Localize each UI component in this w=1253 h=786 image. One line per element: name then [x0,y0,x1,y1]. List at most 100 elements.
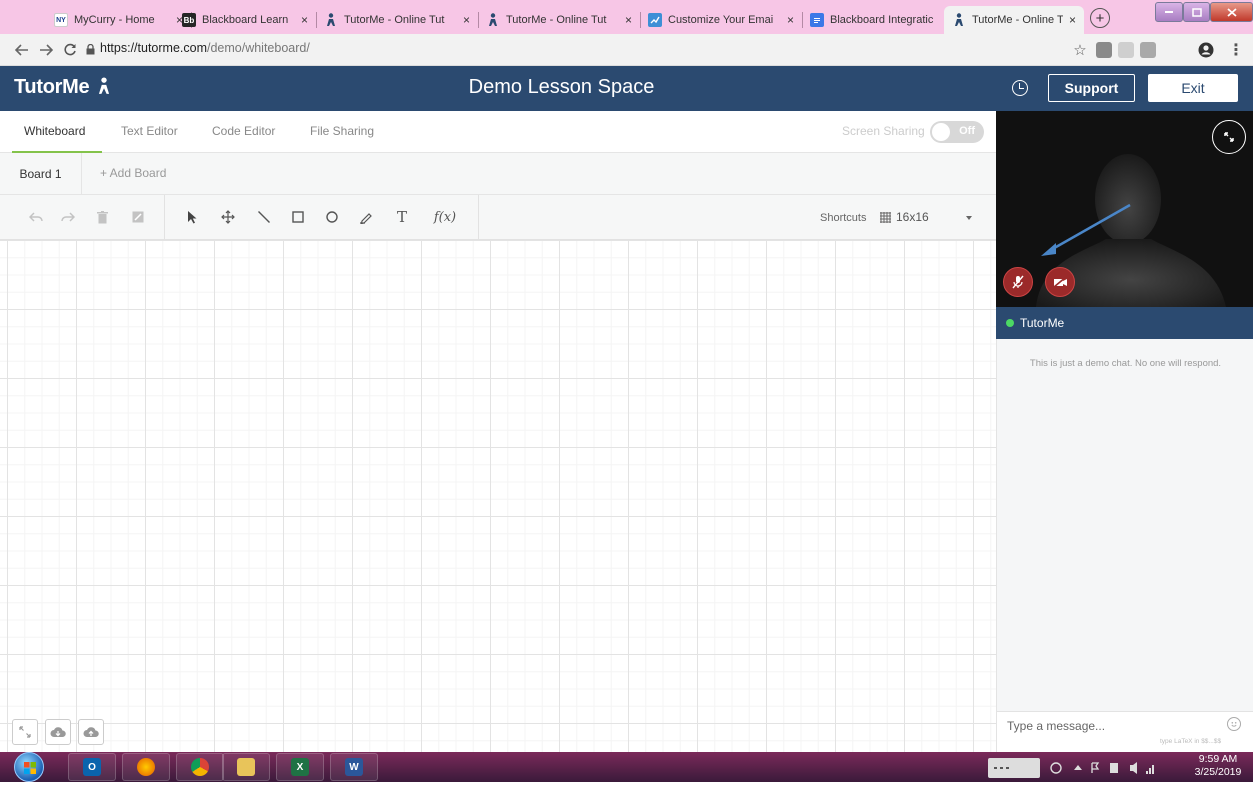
windows-taskbar: O X W [0,752,1253,782]
exit-button[interactable]: Exit [1148,74,1238,102]
delete-button[interactable] [92,207,112,227]
maximize-icon [1191,7,1202,17]
equation-tool[interactable]: f(x) [430,207,460,227]
address-bar-url[interactable]: https://tutorme.com/demo/whiteboard/ [100,41,310,55]
whiteboard-canvas[interactable] [0,240,996,752]
download-board-button[interactable] [45,719,71,745]
upload-board-button[interactable] [78,719,104,745]
windows-start-button[interactable] [14,752,44,782]
whiteboard-toolbar: T f(x) Shortcuts 16x16 [0,195,996,240]
shortcuts-button[interactable]: Shortcuts [820,212,866,224]
expand-arrows-icon [1224,132,1234,142]
browser-tab-title: TutorMe - Online Tut [972,14,1063,26]
tab-whiteboard[interactable]: Whiteboard [24,124,85,138]
minimize-window-button[interactable] [1155,2,1183,22]
browser-tab-mycurry[interactable]: NY MyCurry - Home × [46,6,191,34]
clock-date: 3/25/2019 [1194,766,1242,778]
close-window-button[interactable] [1210,2,1253,22]
chat-header: TutorMe [996,307,1253,339]
maximize-window-button[interactable] [1183,2,1210,22]
square-icon [292,211,304,223]
cloud-upload-icon [83,727,99,737]
chart-favicon-icon [648,13,662,27]
grid-icon [880,212,891,223]
calendar-extension-icon[interactable] [1118,42,1134,58]
reload-button[interactable] [60,40,80,60]
toggle-knob [932,123,950,141]
grid-size-select[interactable]: 16x16 [896,210,929,224]
screen-sharing-toggle[interactable]: Off [930,121,984,143]
profile-button[interactable] [1196,40,1216,60]
chevron-down-icon[interactable] [966,216,972,220]
browser-tab-title: Blackboard Learn [202,14,289,26]
board-tab-1[interactable]: Board 1 [0,153,82,195]
clear-board-button[interactable] [128,207,148,227]
close-tab-icon[interactable]: × [787,13,794,27]
bookmark-star-icon[interactable]: ☆ [1070,40,1090,60]
undo-icon [29,212,43,222]
close-tab-icon[interactable]: × [625,13,632,27]
browser-tab-title: TutorMe - Online Tut [344,14,445,26]
ellipse-tool[interactable] [322,207,342,227]
text-tool[interactable]: T [392,207,412,227]
expand-video-button[interactable] [1212,120,1246,154]
expand-icon [19,726,31,738]
disable-camera-button[interactable] [1045,267,1075,297]
windows-logo-icon [24,762,36,774]
add-board-button[interactable]: + Add Board [100,166,166,180]
taskbar-word[interactable]: W [330,753,378,781]
redo-icon [61,212,75,222]
select-tool[interactable] [182,207,202,227]
chrome-menu-icon[interactable]: ⋮ [1226,40,1246,60]
ny-favicon-icon: NY [54,13,68,27]
browser-tab-blackboard-integration[interactable]: Blackboard Integratic × [802,6,962,34]
pen-icon [360,213,372,224]
rectangle-tool[interactable] [288,207,308,227]
extension-icon[interactable] [1140,42,1156,58]
clear-icon [132,211,144,223]
browser-tab-tutorme-2[interactable]: TutorMe - Online Tut × [478,6,640,34]
camera-off-icon [1052,276,1067,288]
taskbar-excel[interactable]: X [276,753,324,781]
taskbar-clock[interactable]: 9:59 AM 3/25/2019 [1188,753,1248,779]
browser-tab-tutorme-active[interactable]: TutorMe - Online Tut × [944,6,1084,34]
forward-button[interactable] [36,40,56,60]
chat-partner-name: TutorMe [1020,316,1065,330]
pen-tool[interactable] [356,207,376,227]
back-button[interactable] [12,40,32,60]
taskbar-firefox[interactable] [122,753,170,781]
browser-tab-tutorme-1[interactable]: TutorMe - Online Tut × [316,6,478,34]
taskbar-outlook[interactable]: O [68,753,116,781]
line-tool[interactable] [254,207,274,227]
tab-file-sharing[interactable]: File Sharing [310,124,374,138]
fullscreen-board-button[interactable] [12,719,38,745]
tutorme-favicon-icon [952,13,966,27]
close-tab-icon[interactable]: × [463,13,470,27]
history-clock-icon[interactable] [1012,80,1028,96]
undo-button[interactable] [26,207,46,227]
url-host: https://tutorme.com [100,41,207,55]
mute-microphone-button[interactable] [1003,267,1033,297]
tab-text-editor[interactable]: Text Editor [121,124,178,138]
page-title: Demo Lesson Space [468,76,655,98]
taskbar-chrome[interactable] [176,753,224,781]
browser-tab-blackboard[interactable]: Bb Blackboard Learn × [174,6,316,34]
new-tab-button[interactable]: + [1090,8,1110,28]
emoji-icon[interactable] [1227,717,1241,731]
support-button[interactable]: Support [1048,74,1135,102]
line-icon [258,211,270,223]
redo-button[interactable] [58,207,78,227]
close-icon [1226,7,1237,17]
tutorme-favicon-icon [324,13,338,27]
outlook-icon: O [83,758,101,776]
close-tab-icon[interactable]: × [1069,13,1076,27]
acrobat-extension-icon[interactable] [1096,42,1112,58]
close-tab-icon[interactable]: × [301,13,308,27]
workspace-mode-tabs: Whiteboard Text Editor Code Editor File … [0,111,996,153]
message-input[interactable] [1007,719,1217,733]
tab-code-editor[interactable]: Code Editor [212,124,275,138]
browser-tab-customize-email[interactable]: Customize Your Emai × [640,6,802,34]
pan-tool[interactable] [218,207,238,227]
toggle-state-label: Off [959,125,975,137]
taskbar-file-explorer[interactable] [222,753,270,781]
